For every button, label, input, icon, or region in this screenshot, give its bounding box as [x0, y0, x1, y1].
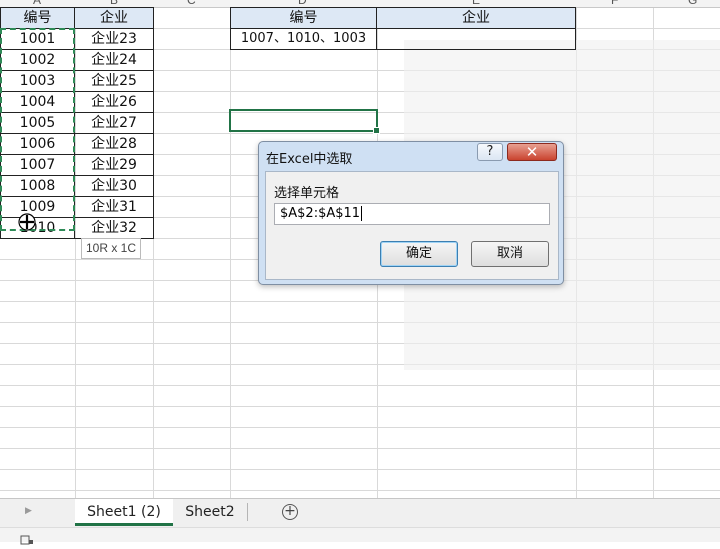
grid-row-line	[0, 448, 720, 449]
ok-button[interactable]: 确定	[380, 241, 458, 267]
grid-row-line	[0, 385, 720, 386]
column-header-g[interactable]: G	[688, 0, 697, 7]
help-button[interactable]: ?	[477, 143, 503, 161]
status-bar	[0, 527, 720, 545]
table-row[interactable]: 企业26	[74, 91, 154, 113]
tab-separator	[247, 503, 248, 521]
column-header-d[interactable]: D	[298, 0, 307, 7]
table2-header-company[interactable]: 企业	[376, 7, 576, 29]
selection-size-tooltip: 10R x 1C	[81, 238, 141, 259]
table2-header-id[interactable]: 编号	[230, 7, 377, 29]
table-row[interactable]: 企业32	[74, 217, 154, 239]
table2-company-cell[interactable]	[376, 28, 576, 50]
range-input[interactable]: $A$2:$A$11	[274, 203, 550, 225]
close-button[interactable]: ✕	[507, 143, 557, 161]
column-header-c[interactable]: C	[187, 0, 196, 7]
copy-selection-marquee	[0, 28, 75, 231]
fill-handle[interactable]	[373, 127, 380, 134]
dialog-title: 在Excel中选取	[266, 152, 353, 167]
table-row[interactable]: 企业31	[74, 196, 154, 218]
table1-header-company[interactable]: 企业	[74, 7, 154, 29]
grid-row-line	[0, 427, 720, 428]
move-cursor-icon	[17, 212, 37, 232]
select-range-dialog: 在Excel中选取 ? ✕ 选择单元格 $A$2:$A$11 确定 取消	[258, 141, 564, 285]
tab-sheet2[interactable]: Sheet2	[176, 499, 244, 525]
add-sheet-button[interactable]: +	[282, 504, 298, 520]
dialog-body: 选择单元格 $A$2:$A$11 确定 取消	[265, 171, 559, 280]
macro-record-icon[interactable]	[20, 530, 34, 545]
column-header-e[interactable]: E	[472, 0, 480, 7]
table-row[interactable]: 企业25	[74, 70, 154, 92]
table1-header-id[interactable]: 编号	[0, 7, 75, 29]
grid-row-line	[0, 406, 720, 407]
table-row[interactable]: 企业24	[74, 49, 154, 71]
grid-column-line	[230, 0, 231, 498]
tab-sheet1-2[interactable]: Sheet1 (2)	[75, 499, 173, 526]
column-header-f[interactable]: F	[611, 0, 618, 7]
sheet-tab-bar: ▶ Sheet1 (2) Sheet2 +	[0, 498, 720, 527]
grid-row-line	[0, 469, 720, 470]
active-cell[interactable]	[229, 109, 378, 132]
column-header-a[interactable]: A	[33, 0, 41, 7]
table-row[interactable]: 企业28	[74, 133, 154, 155]
table-row[interactable]: 企业23	[74, 28, 154, 50]
table2-id-cell[interactable]: 1007、1010、1003	[230, 28, 377, 50]
column-header-b[interactable]: B	[110, 0, 118, 7]
range-input-value: $A$2:$A$11	[280, 206, 361, 221]
tab-scroll-right-icon[interactable]: ▶	[25, 506, 32, 516]
table-row[interactable]: 企业27	[74, 112, 154, 134]
grid-row-line	[0, 490, 720, 491]
table-row[interactable]: 企业29	[74, 154, 154, 176]
text-caret	[361, 206, 363, 221]
select-cells-label: 选择单元格	[274, 186, 340, 201]
table-row[interactable]: 企业30	[74, 175, 154, 197]
cancel-button[interactable]: 取消	[471, 241, 549, 267]
